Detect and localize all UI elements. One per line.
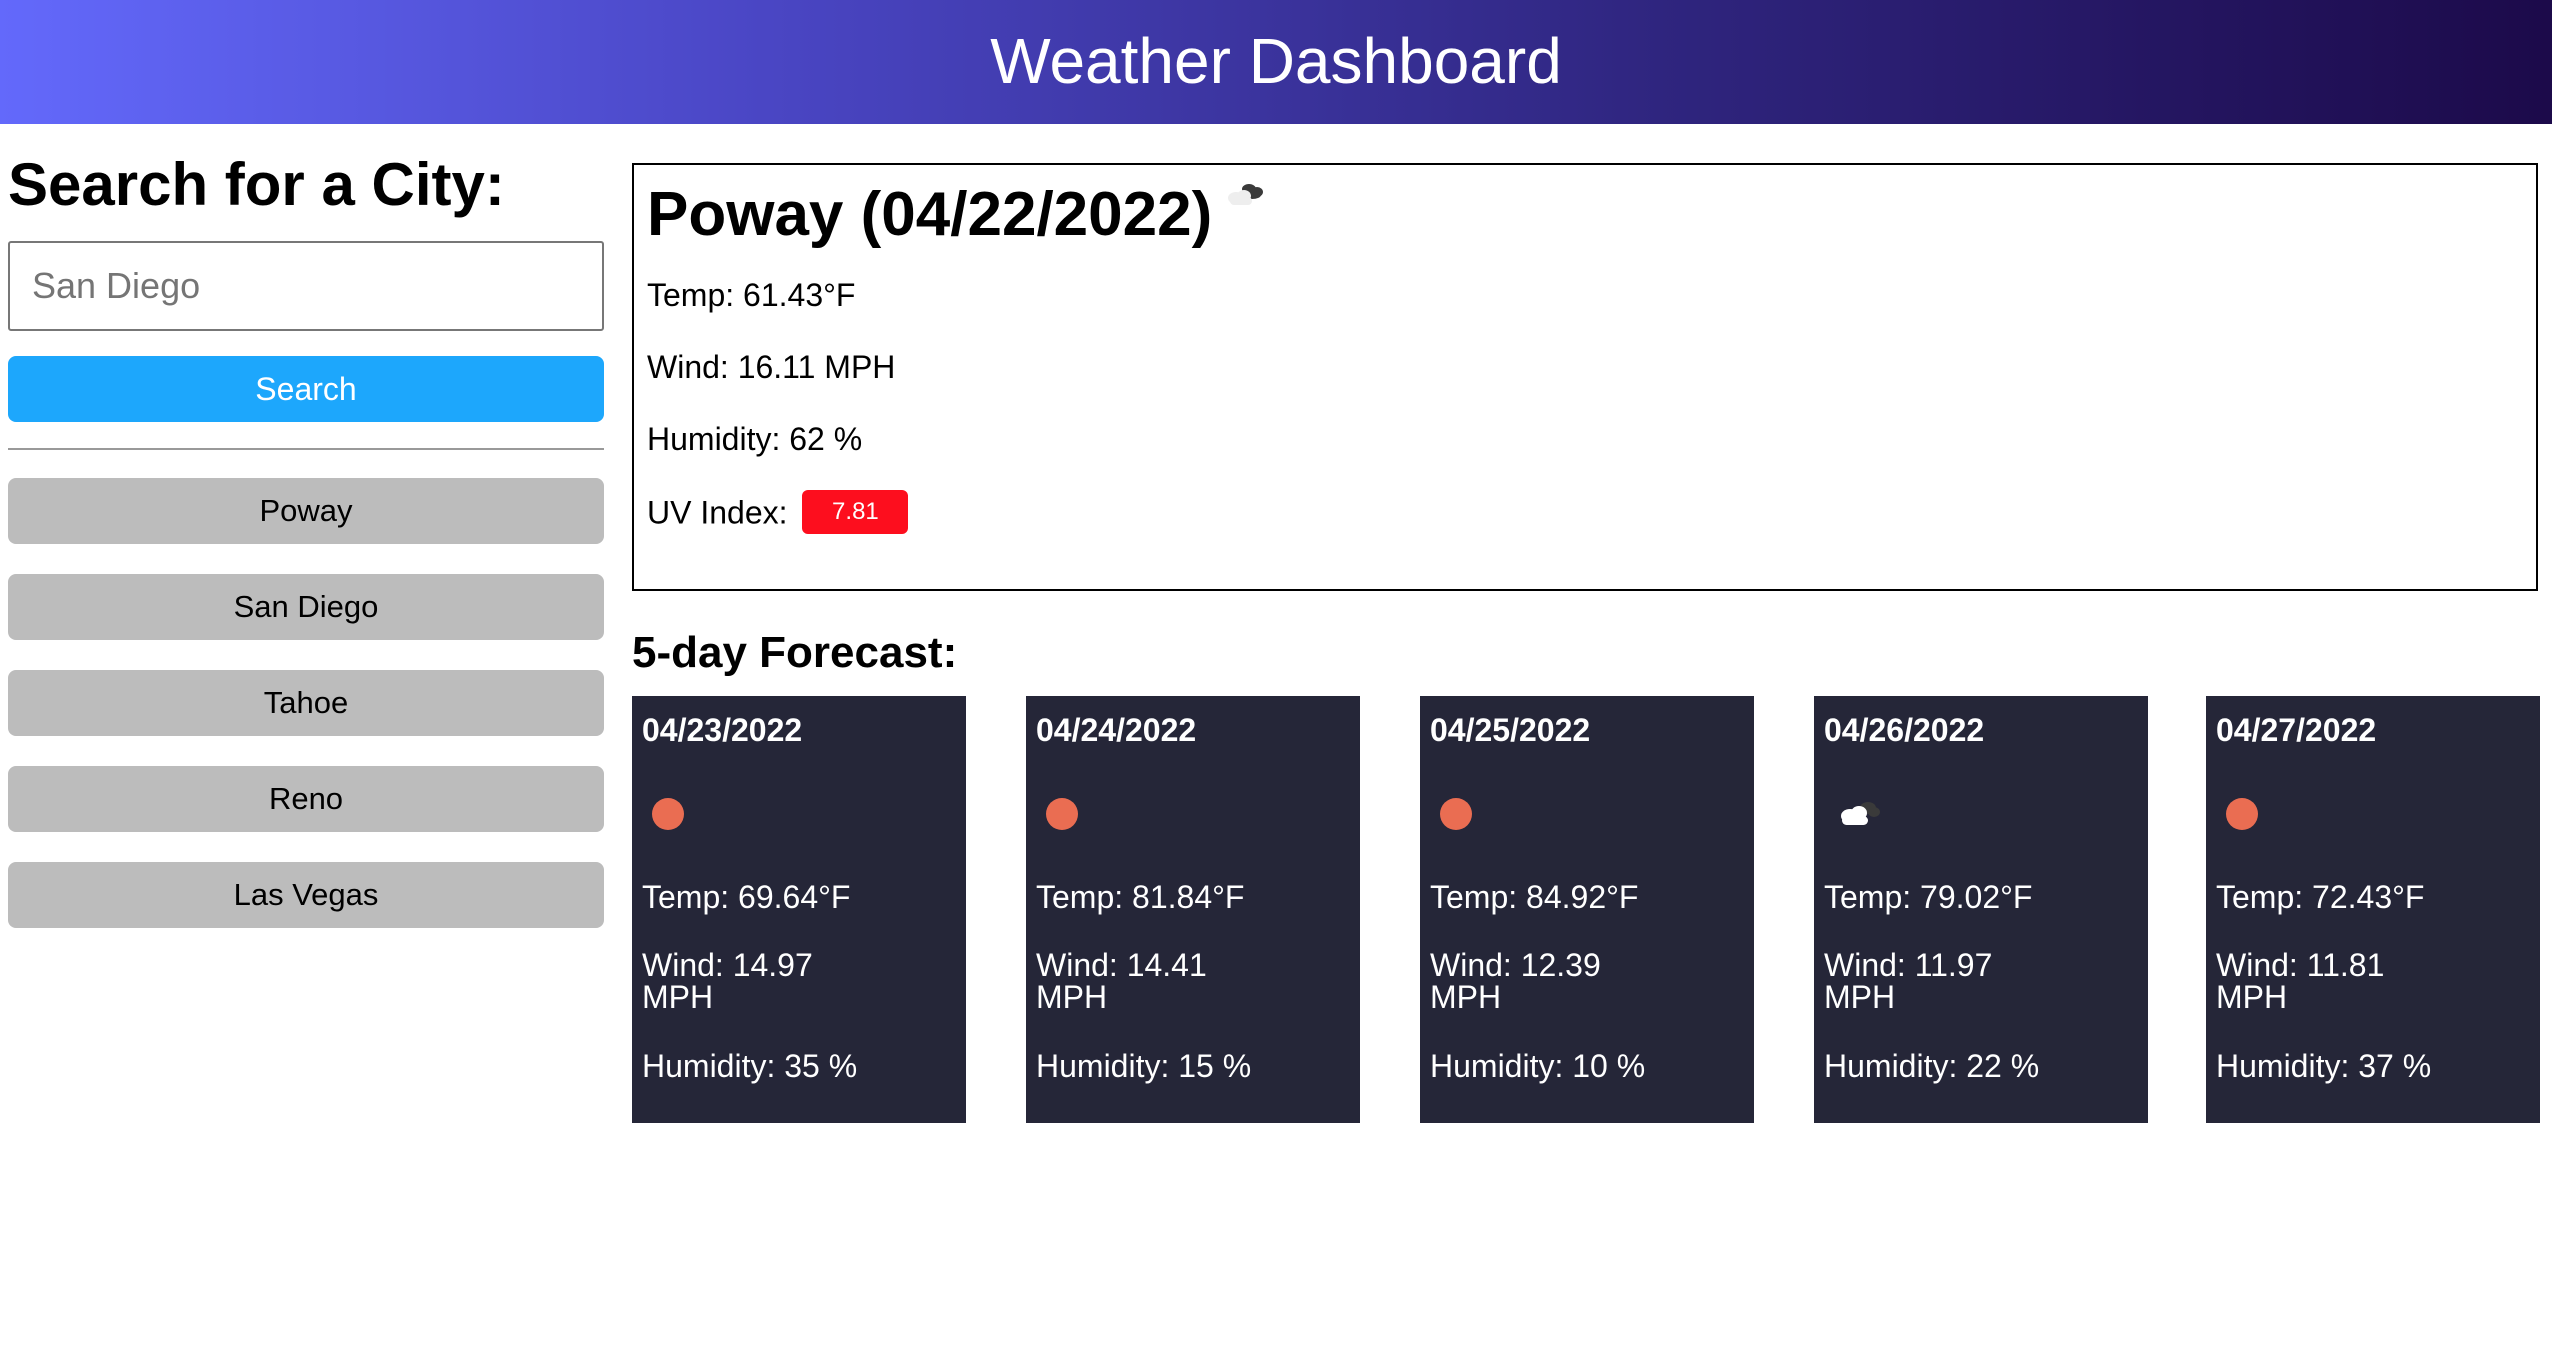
forecast-date: 04/25/2022 (1430, 712, 1591, 748)
forecast-wind: Wind: 12.39 MPH (1430, 947, 1601, 1015)
forecast-wind: Wind: 11.81 MPH (2216, 947, 2385, 1015)
forecast-card: 04/23/2022 Temp: 69.64°F Wind: 14.97 MPH… (632, 696, 966, 1123)
current-wind: Wind: 16.11 MPH (647, 349, 896, 385)
history-item: San Diego (8, 574, 604, 640)
forecast-card: 04/25/2022 Temp: 84.92°F Wind: 12.39 MPH… (1420, 696, 1754, 1123)
partly-cloudy-icon (1216, 177, 1276, 237)
forecast-card: 04/24/2022 Temp: 81.84°F Wind: 14.41 MPH… (1026, 696, 1360, 1123)
forecast-heading: 5-day Forecast: (632, 628, 958, 677)
current-temp: Temp: 61.43°F (647, 277, 856, 313)
history-item: Poway (8, 478, 604, 544)
forecast-wind: Wind: 14.97 MPH (642, 947, 813, 1015)
forecast-wind: Wind: 14.41 MPH (1036, 947, 1207, 1015)
sun-icon (1044, 792, 1100, 836)
forecast-temp: Temp: 69.64°F (642, 879, 851, 915)
forecast-temp: Temp: 81.84°F (1036, 879, 1245, 915)
history-button-las-vegas[interactable]: Las Vegas (8, 862, 604, 928)
forecast-card: 04/27/2022 Temp: 72.43°F Wind: 11.81 MPH… (2206, 696, 2540, 1123)
forecast-humidity: Humidity: 37 % (2216, 1048, 2432, 1084)
search-heading: Search for a City: (8, 151, 505, 218)
history-button-reno[interactable]: Reno (8, 766, 604, 832)
forecast-temp: Temp: 79.02°F (1824, 879, 2033, 915)
forecast-temp: Temp: 84.92°F (1430, 879, 1639, 915)
history-item: Reno (8, 766, 604, 832)
uv-index-badge: 7.81 (802, 490, 909, 534)
sun-icon (2224, 792, 2280, 836)
forecast-date: 04/27/2022 (2216, 712, 2377, 748)
forecast-date: 04/26/2022 (1824, 712, 1985, 748)
city-search-input[interactable] (8, 241, 604, 331)
current-city-title: Poway (04/22/2022) (647, 180, 1213, 249)
current-uv-row: UV Index: 7.81 (647, 490, 909, 537)
sun-icon (1438, 792, 1494, 836)
forecast-humidity: Humidity: 10 % (1430, 1048, 1646, 1084)
history-button-tahoe[interactable]: Tahoe (8, 670, 604, 736)
forecast-humidity: Humidity: 15 % (1036, 1048, 1252, 1084)
forecast-card: 04/26/2022 Temp: 79.02°F Wind: 11.97 MPH… (1814, 696, 2148, 1123)
page-header: Weather Dashboard (0, 0, 2552, 124)
sidebar-divider (8, 448, 604, 450)
forecast-humidity: Humidity: 35 % (642, 1048, 858, 1084)
sun-icon (650, 792, 706, 836)
history-button-san-diego[interactable]: San Diego (8, 574, 604, 640)
search-history-list: Poway San Diego Tahoe Reno Las Vegas (8, 478, 604, 958)
page-title: Weather Dashboard (990, 25, 1562, 97)
cloud-icon (1832, 792, 1888, 836)
forecast-date: 04/23/2022 (642, 712, 803, 748)
uv-index-label: UV Index: (647, 494, 788, 531)
current-humidity: Humidity: 62 % (647, 421, 863, 457)
forecast-date: 04/24/2022 (1036, 712, 1197, 748)
forecast-humidity: Humidity: 22 % (1824, 1048, 2040, 1084)
forecast-temp: Temp: 72.43°F (2216, 879, 2425, 915)
current-weather-panel: Poway (04/22/2022) Temp: 61.43°F Wind: 1… (632, 163, 2538, 591)
history-button-poway[interactable]: Poway (8, 478, 604, 544)
history-item: Tahoe (8, 670, 604, 736)
forecast-wind: Wind: 11.97 MPH (1824, 947, 1993, 1015)
search-button[interactable]: Search (8, 356, 604, 422)
history-item: Las Vegas (8, 862, 604, 928)
